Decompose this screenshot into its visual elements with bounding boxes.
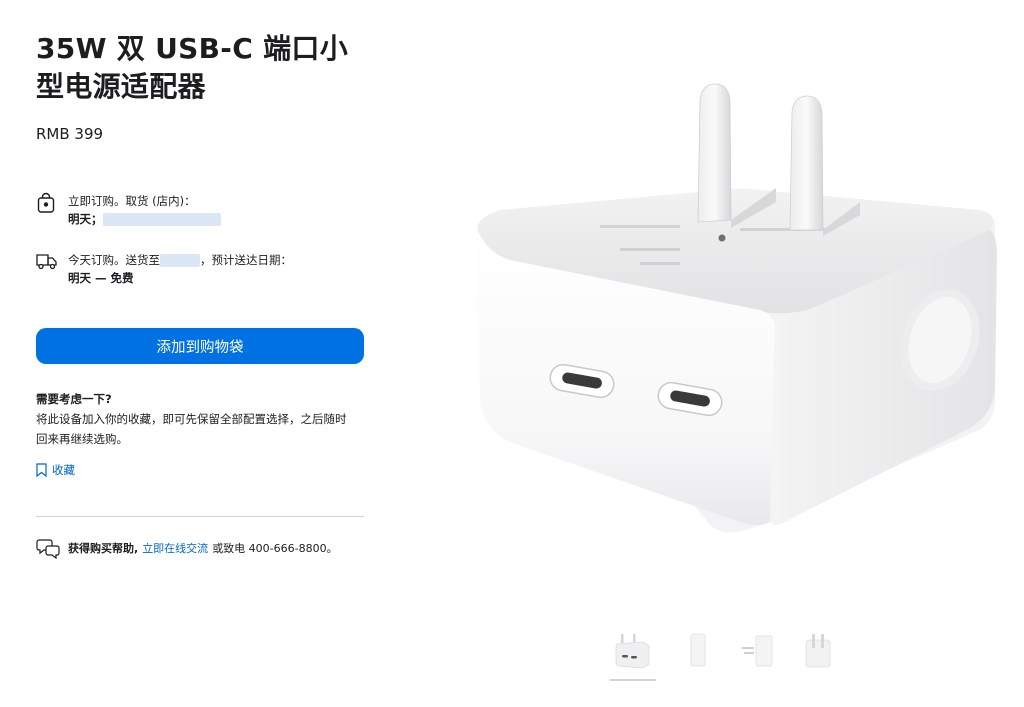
thumbnail-4[interactable] [796, 628, 840, 672]
delivery-date: 明天 — 免费 [68, 271, 134, 285]
pickup-date: 明天； [68, 212, 103, 226]
redacted-store [102, 213, 221, 226]
pickup-line: 立即订购。取货 (店内)： [68, 194, 196, 208]
thumbnail-3[interactable] [736, 628, 780, 672]
delivery-info: 今天订购。送货至 ，预计送达日期： 明天 — 免费 [36, 251, 292, 287]
chat-link[interactable]: 立即在线交流 [142, 540, 208, 556]
product-price: RMB 399 [36, 125, 104, 143]
bookmark-icon [36, 463, 47, 477]
save-link[interactable]: 收藏 [36, 462, 75, 478]
redacted-address [160, 254, 200, 267]
chat-icon [36, 537, 62, 560]
save-label: 收藏 [52, 463, 75, 477]
help-label: 获得购买帮助, [68, 542, 139, 555]
divider [36, 516, 364, 517]
delivery-line-b: ，预计送达日期： [200, 253, 292, 267]
product-image [440, 70, 1010, 540]
bag-icon [36, 192, 58, 214]
thumbnail-gallery [606, 628, 846, 684]
thumbnail-2[interactable] [676, 628, 720, 672]
consider-body: 将此设备加入你的收藏，即可先保留全部配置选择，之后随时回来再继续选购。 [36, 412, 347, 446]
pickup-info: 立即订购。取货 (店内)： 明天； [36, 192, 221, 228]
help-phone: 或致电 400-666-8800。 [212, 542, 338, 555]
truck-icon [36, 251, 58, 273]
product-title: 35W 双 USB-C 端口小型电源适配器 [36, 32, 349, 103]
consider-title: 需要考虑一下? [36, 392, 112, 406]
thumbnail-selected-indicator [610, 679, 656, 681]
help-line: 获得购买帮助, 立即在线交流 或致电 400-666-8800。 [36, 537, 338, 560]
delivery-line-a: 今天订购。送货至 [68, 253, 160, 267]
add-to-bag-button[interactable]: 添加到购物袋 [36, 328, 364, 364]
thumbnail-1[interactable] [611, 628, 655, 672]
